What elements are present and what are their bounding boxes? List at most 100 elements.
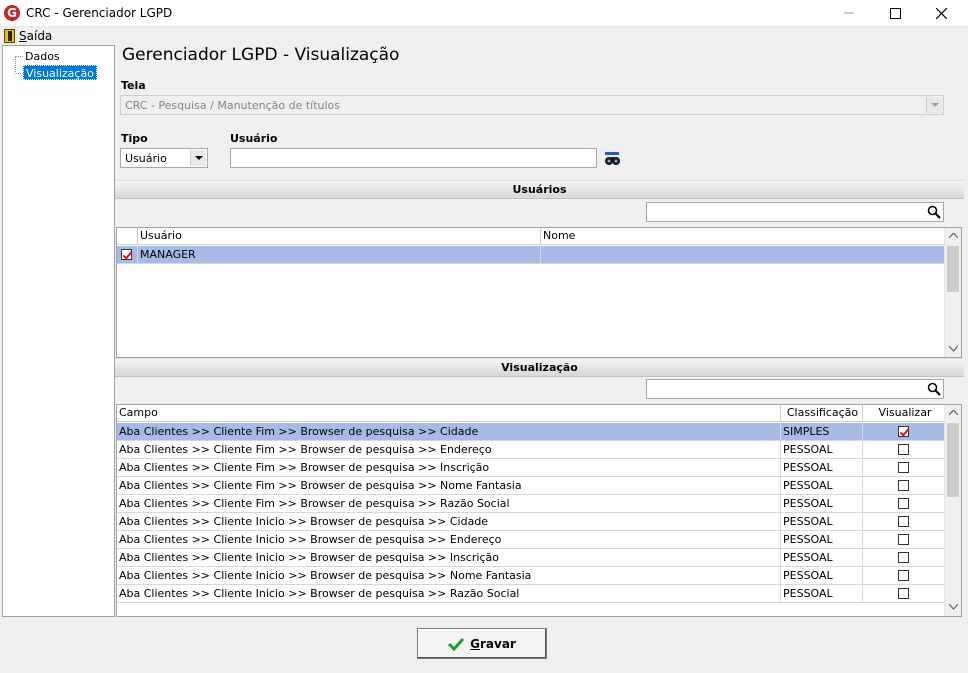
column-header-nome[interactable]: Nome (541, 228, 946, 245)
table-row[interactable]: MANAGER (117, 246, 946, 264)
tela-label: Tela (121, 79, 146, 92)
usuario-input[interactable] (230, 148, 597, 168)
visualizar-checkbox[interactable] (898, 534, 909, 545)
visualizar-checkbox[interactable] (898, 480, 909, 491)
scroll-thumb[interactable] (947, 423, 959, 497)
campo-cell: Aba Clientes >> Cliente Fim >> Browser d… (117, 477, 781, 494)
visualizar-cell (863, 495, 946, 512)
classificacao-cell: PESSOAL (781, 567, 863, 584)
column-header-visualizar[interactable]: Visualizar (863, 405, 946, 422)
visualizar-checkbox[interactable] (898, 462, 909, 473)
campo-cell: Aba Clientes >> Cliente Fim >> Browser d… (117, 441, 781, 458)
classificacao-cell: PESSOAL (781, 513, 863, 530)
minimize-icon (844, 12, 854, 14)
campo-cell: Aba Clientes >> Cliente Inicio >> Browse… (117, 549, 781, 566)
tree-item-dados[interactable]: Dados (23, 49, 62, 64)
app-logo-icon: G (4, 5, 20, 21)
chevron-down-icon (931, 103, 939, 107)
campo-cell: Aba Clientes >> Cliente Inicio >> Browse… (117, 567, 781, 584)
visualizacao-search-input[interactable] (649, 381, 919, 397)
menu-item-saida[interactable]: Saída (4, 28, 52, 44)
table-row[interactable]: Aba Clientes >> Cliente Fim >> Browser d… (117, 459, 946, 477)
maximize-icon (890, 8, 901, 19)
visualizacao-grid-header: Campo Classificação Visualizar (117, 405, 946, 422)
classificacao-cell: SIMPLES (781, 423, 863, 440)
campo-cell: Aba Clientes >> Cliente Fim >> Browser d… (117, 495, 781, 512)
visualizar-cell (863, 585, 946, 602)
column-header-usuario[interactable]: Usuário (138, 228, 541, 245)
usuarios-section-header: Usuários (115, 180, 964, 199)
visualizar-cell (863, 513, 946, 530)
visualizar-cell (863, 441, 946, 458)
classificacao-cell: PESSOAL (781, 549, 863, 566)
visualizacao-grid: Campo Classificação Visualizar Aba Clien… (116, 404, 962, 617)
tree-connector (15, 73, 23, 74)
usuarios-scrollbar[interactable] (944, 228, 961, 357)
checkmark-icon (448, 637, 465, 651)
dropdown-arrow-button[interactable] (926, 97, 942, 113)
table-row[interactable]: Aba Clientes >> Cliente Inicio >> Browse… (117, 549, 946, 567)
campo-cell: Aba Clientes >> Cliente Fim >> Browser d… (117, 423, 781, 440)
tree-item-visualizacao[interactable]: Visualização (23, 65, 97, 80)
table-row[interactable]: Aba Clientes >> Cliente Inicio >> Browse… (117, 585, 946, 603)
tipo-select[interactable]: Usuário (120, 148, 208, 168)
column-header-campo[interactable]: Campo (117, 405, 781, 422)
table-row[interactable]: Aba Clientes >> Cliente Fim >> Browser d… (117, 423, 946, 441)
visualizar-cell (863, 567, 946, 584)
search-icon[interactable] (927, 205, 941, 219)
binoculars-search-button[interactable] (604, 151, 622, 167)
table-row[interactable]: Aba Clientes >> Cliente Fim >> Browser d… (117, 441, 946, 459)
table-row[interactable]: Aba Clientes >> Cliente Inicio >> Browse… (117, 567, 946, 585)
scroll-up-icon[interactable] (949, 233, 958, 239)
visualizar-cell (863, 531, 946, 548)
search-icon[interactable] (927, 382, 941, 396)
visualizar-checkbox[interactable] (898, 498, 909, 509)
visualizacao-search-box[interactable] (646, 379, 944, 399)
scroll-down-icon[interactable] (949, 604, 958, 610)
visualizacao-scrollbar[interactable] (944, 405, 961, 616)
scroll-down-icon[interactable] (949, 346, 958, 352)
visualizar-checkbox[interactable] (898, 516, 909, 527)
visualizar-cell (863, 423, 946, 440)
column-header-classificacao[interactable]: Classificação (781, 405, 863, 422)
dropdown-arrow-button[interactable] (190, 150, 206, 166)
usuarios-search-input[interactable] (649, 204, 919, 220)
visualizar-cell (863, 549, 946, 566)
usuarios-grid-header: Usuário Nome (117, 228, 946, 245)
visualizar-checkbox[interactable] (898, 552, 909, 563)
visualizar-checkbox[interactable] (898, 588, 909, 599)
tela-select-value: CRC - Pesquisa / Manutenção de títulos (125, 99, 340, 112)
visualizar-checkbox[interactable] (898, 444, 909, 455)
tela-select[interactable]: CRC - Pesquisa / Manutenção de títulos (120, 95, 944, 115)
nome-cell (541, 246, 946, 263)
classificacao-cell: PESSOAL (781, 495, 863, 512)
table-row[interactable]: Aba Clientes >> Cliente Inicio >> Browse… (117, 513, 946, 531)
usuarios-search-box[interactable] (646, 202, 944, 222)
visualizar-checkbox[interactable] (898, 570, 909, 581)
visualizar-cell (863, 459, 946, 476)
row-checkbox[interactable] (121, 249, 132, 260)
tree-connector (15, 56, 23, 57)
visualizar-checkbox[interactable] (898, 426, 909, 437)
classificacao-cell: PESSOAL (781, 477, 863, 494)
maximize-button[interactable] (872, 0, 918, 27)
navigation-tree: Dados Visualização (2, 45, 115, 617)
usuario-label: Usuário (230, 132, 278, 145)
scroll-thumb[interactable] (947, 246, 959, 292)
table-row[interactable]: Aba Clientes >> Cliente Inicio >> Browse… (117, 531, 946, 549)
table-row[interactable]: Aba Clientes >> Cliente Fim >> Browser d… (117, 495, 946, 513)
column-header-check[interactable] (117, 228, 138, 245)
close-button[interactable] (918, 0, 964, 27)
classificacao-cell: PESSOAL (781, 585, 863, 602)
window-title: CRC - Gerenciador LGPD (26, 6, 173, 20)
exit-door-icon (4, 29, 15, 43)
usuario-cell: MANAGER (138, 246, 541, 263)
close-icon (936, 8, 947, 19)
minimize-button[interactable] (826, 0, 872, 27)
campo-cell: Aba Clientes >> Cliente Inicio >> Browse… (117, 585, 781, 602)
title-bar: G CRC - Gerenciador LGPD (0, 0, 968, 27)
scroll-up-icon[interactable] (949, 410, 958, 416)
gravar-button[interactable]: Gravar (417, 628, 547, 659)
visualizacao-section-header: Visualização (115, 358, 964, 377)
table-row[interactable]: Aba Clientes >> Cliente Fim >> Browser d… (117, 477, 946, 495)
